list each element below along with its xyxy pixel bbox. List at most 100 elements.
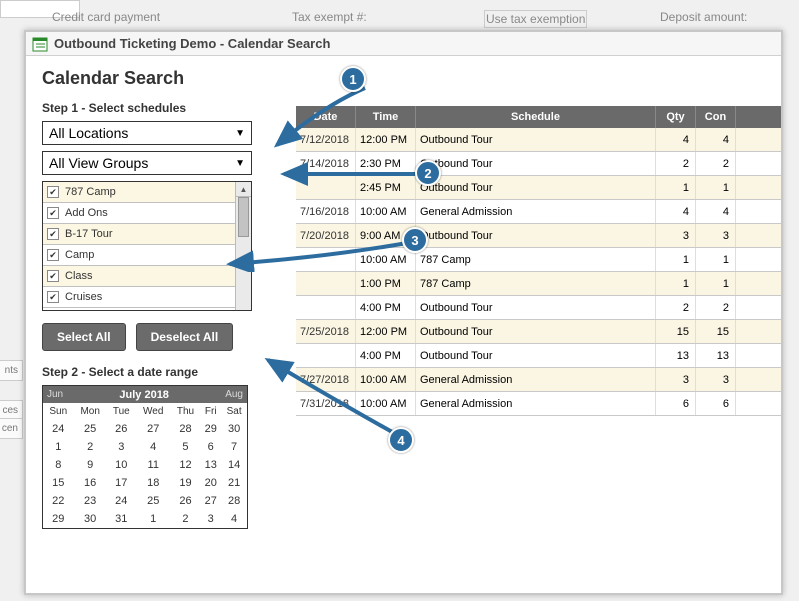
calendar-day[interactable]: 29 <box>200 420 221 438</box>
checkbox-icon[interactable]: ✔ <box>47 228 59 240</box>
bg-credit: Credit card payment <box>52 10 160 24</box>
checkbox-icon[interactable]: ✔ <box>47 270 59 282</box>
locations-dropdown[interactable]: All Locations ▼ <box>42 121 252 145</box>
chevron-down-icon: ▼ <box>235 158 245 169</box>
calendar-day[interactable]: 19 <box>171 474 201 492</box>
calendar-day[interactable]: 24 <box>107 492 136 510</box>
bg-side-3: cen <box>0 418 23 439</box>
table-row[interactable]: 7/27/201810:00 AMGeneral Admission33 <box>296 368 781 392</box>
scroll-up-icon[interactable]: ▲ <box>236 182 251 197</box>
calendar-day[interactable]: 25 <box>136 492 171 510</box>
calendar-day[interactable]: 21 <box>221 474 247 492</box>
step1-label: Step 1 - Select schedules <box>42 101 280 115</box>
calendar-day[interactable]: 2 <box>171 510 201 528</box>
calendar-day[interactable]: 3 <box>107 438 136 456</box>
calendar-day[interactable]: 8 <box>43 456 74 474</box>
titlebar[interactable]: Outbound Ticketing Demo - Calendar Searc… <box>26 32 781 56</box>
calendar-day[interactable]: 6 <box>200 438 221 456</box>
calendar-day[interactable]: 16 <box>74 474 107 492</box>
table-row[interactable]: 7/12/201812:00 PMOutbound Tour44 <box>296 128 781 152</box>
locations-dropdown-value: All Locations <box>49 125 128 141</box>
checkbox-icon[interactable]: ✔ <box>47 207 59 219</box>
calendar-day[interactable]: 17 <box>107 474 136 492</box>
calendar-app-icon <box>32 36 48 52</box>
annotation-2: 2 <box>415 160 441 186</box>
calendar-day[interactable]: 1 <box>136 510 171 528</box>
scrollbar[interactable]: ▲ <box>235 182 251 310</box>
calendar-day[interactable]: 28 <box>171 420 201 438</box>
table-row[interactable]: 7/14/20182:30 PMOutbound Tour22 <box>296 152 781 176</box>
calendar-day[interactable]: 22 <box>43 492 74 510</box>
calendar-day[interactable]: 25 <box>74 420 107 438</box>
bg-tax: Tax exempt #: <box>292 10 367 24</box>
list-item: ✔Add Ons <box>43 203 251 224</box>
col-schedule[interactable]: Schedule <box>416 106 656 128</box>
calendar-day[interactable]: 5 <box>171 438 201 456</box>
table-row[interactable]: 7/16/201810:00 AMGeneral Admission44 <box>296 200 781 224</box>
col-qty[interactable]: Qty <box>656 106 696 128</box>
table-row[interactable]: 4:00 PMOutbound Tour1313 <box>296 344 781 368</box>
annotation-1: 1 <box>340 66 366 92</box>
calendar-month: July 2018 <box>119 389 169 401</box>
calendar-day[interactable]: 1 <box>43 438 74 456</box>
checkbox-icon[interactable]: ✔ <box>47 249 59 261</box>
calendar-dow: Sun <box>43 403 74 420</box>
calendar-day[interactable]: 4 <box>136 438 171 456</box>
calendar-day[interactable]: 24 <box>43 420 74 438</box>
calendar-day[interactable]: 4 <box>221 510 247 528</box>
calendar-next[interactable]: Aug <box>225 389 243 400</box>
calendar-day[interactable]: 18 <box>136 474 171 492</box>
calendar-prev[interactable]: Jun <box>47 389 63 400</box>
calendar-day[interactable]: 20 <box>200 474 221 492</box>
calendar-day[interactable]: 29 <box>43 510 74 528</box>
list-item: ✔Camp <box>43 245 251 266</box>
deselect-all-button[interactable]: Deselect All <box>136 323 234 351</box>
calendar-day[interactable]: 3 <box>200 510 221 528</box>
table-row[interactable]: 1:00 PM787 Camp11 <box>296 272 781 296</box>
calendar-dow: Tue <box>107 403 136 420</box>
col-time[interactable]: Time <box>356 106 416 128</box>
calendar-day[interactable]: 30 <box>74 510 107 528</box>
calendar-day[interactable]: 15 <box>43 474 74 492</box>
step2-label: Step 2 - Select a date range <box>42 365 280 379</box>
col-con[interactable]: Con <box>696 106 736 128</box>
calendar-day[interactable]: 28 <box>221 492 247 510</box>
table-row[interactable]: 7/31/201810:00 AMGeneral Admission66 <box>296 392 781 416</box>
col-date[interactable]: Date <box>296 106 356 128</box>
calendar-day[interactable]: 13 <box>200 456 221 474</box>
calendar-day[interactable]: 9 <box>74 456 107 474</box>
table-row[interactable]: 7/25/201812:00 PMOutbound Tour1515 <box>296 320 781 344</box>
list-item: ✔Class <box>43 266 251 287</box>
checkbox-icon[interactable]: ✔ <box>47 291 59 303</box>
calendar-day[interactable]: 26 <box>171 492 201 510</box>
viewgroups-dropdown-value: All View Groups <box>49 155 148 171</box>
calendar-day[interactable]: 27 <box>200 492 221 510</box>
calendar-day[interactable]: 23 <box>74 492 107 510</box>
calendar-day[interactable]: 30 <box>221 420 247 438</box>
calendar-day[interactable]: 7 <box>221 438 247 456</box>
calendar-day[interactable]: 2 <box>74 438 107 456</box>
bg-deposit: Deposit amount: <box>660 10 747 24</box>
table-row[interactable]: 7/20/20189:00 AMOutbound Tour33 <box>296 224 781 248</box>
calendar-dow: Fri <box>200 403 221 420</box>
table-row[interactable]: 2:45 PMOutbound Tour11 <box>296 176 781 200</box>
window-title: Outbound Ticketing Demo - Calendar Searc… <box>54 36 330 51</box>
table-row[interactable]: 10:00 AM787 Camp11 <box>296 248 781 272</box>
calendar-day[interactable]: 10 <box>107 456 136 474</box>
checkbox-icon[interactable]: ✔ <box>47 186 59 198</box>
calendar-day[interactable]: 14 <box>221 456 247 474</box>
viewgroups-dropdown[interactable]: All View Groups ▼ <box>42 151 252 175</box>
calendar-day[interactable]: 11 <box>136 456 171 474</box>
scroll-thumb[interactable] <box>238 197 249 237</box>
bg-side-1: nts <box>0 360 23 381</box>
calendar-day[interactable]: 12 <box>171 456 201 474</box>
calendar-day[interactable]: 31 <box>107 510 136 528</box>
annotation-3: 3 <box>402 227 428 253</box>
select-all-button[interactable]: Select All <box>42 323 126 351</box>
calendar-day[interactable]: 26 <box>107 420 136 438</box>
table-row[interactable]: 4:00 PMOutbound Tour22 <box>296 296 781 320</box>
results-table: Date Time Schedule Qty Con 7/12/201812:0… <box>296 106 781 416</box>
calendar-day[interactable]: 27 <box>136 420 171 438</box>
calendar[interactable]: Jun July 2018 Aug SunMonTueWedThuFriSat … <box>42 385 248 529</box>
schedule-listbox[interactable]: ✔787 Camp ✔Add Ons ✔B-17 Tour ✔Camp ✔Cla… <box>42 181 252 311</box>
